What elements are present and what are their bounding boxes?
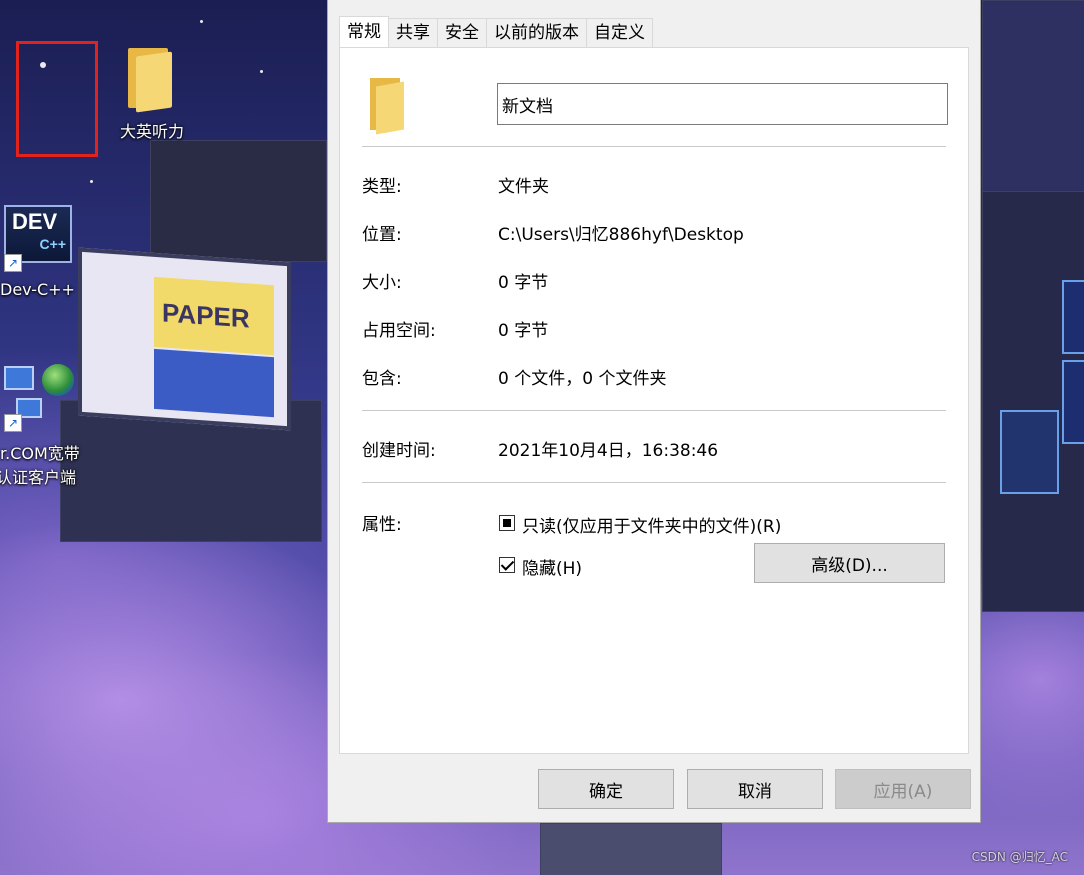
readonly-checkbox[interactable] xyxy=(499,515,515,531)
hidden-checkbox[interactable] xyxy=(499,557,515,573)
apply-button[interactable]: 应用(A) xyxy=(835,769,971,809)
divider xyxy=(362,410,946,411)
folder-name-input[interactable] xyxy=(497,83,948,125)
folder-icon[interactable] xyxy=(128,48,174,113)
shop-sign xyxy=(1000,410,1059,494)
tab-previous-versions[interactable]: 以前的版本 xyxy=(486,18,587,47)
advanced-button[interactable]: 高级(D)... xyxy=(754,543,945,583)
readonly-label[interactable]: 只读(仅应用于文件夹中的文件)(R) xyxy=(522,512,781,537)
location-value: C:\Users\归忆886hyf\Desktop xyxy=(498,225,744,245)
size-on-disk-label: 占用空间: xyxy=(362,321,436,341)
folder-icon xyxy=(370,78,406,135)
tab-general[interactable]: 常规 xyxy=(339,16,389,47)
star xyxy=(200,20,203,23)
tab-sharing[interactable]: 共享 xyxy=(388,18,438,47)
tab-customize[interactable]: 自定义 xyxy=(586,18,653,47)
building xyxy=(982,0,1084,192)
billboard-text: PAPER xyxy=(162,297,250,334)
star xyxy=(90,180,93,183)
building xyxy=(150,140,327,262)
desktop-icon-label[interactable]: r.COM宽带 xyxy=(0,440,100,464)
billboard: PAPER xyxy=(78,247,291,431)
star xyxy=(260,70,263,73)
location-label: 位置: xyxy=(362,225,402,245)
divider xyxy=(362,146,946,147)
desktop-selection-box xyxy=(16,41,98,157)
size-on-disk-value: 0 字节 xyxy=(498,321,549,341)
desktop-icon-label[interactable]: Dev-C++ xyxy=(0,280,84,299)
type-label: 类型: xyxy=(362,177,402,197)
contains-value: 0 个文件，0 个文件夹 xyxy=(498,369,667,389)
network-client-icon[interactable] xyxy=(4,362,74,418)
cancel-button[interactable]: 取消 xyxy=(687,769,823,809)
shop-sign xyxy=(1062,280,1084,354)
type-value: 文件夹 xyxy=(498,177,549,197)
created-value: 2021年10月4日，16:38:46 xyxy=(498,441,719,461)
tab-security[interactable]: 安全 xyxy=(437,18,487,47)
ok-button[interactable]: 确定 xyxy=(538,769,674,809)
hidden-label[interactable]: 隐藏(H) xyxy=(522,554,582,579)
desktop-icon-label[interactable]: 大英听力 xyxy=(110,118,194,142)
divider xyxy=(362,482,946,483)
shortcut-arrow-icon: ↗ xyxy=(4,254,22,272)
watermark: CSDN @归忆_AC xyxy=(971,850,1068,864)
contains-label: 包含: xyxy=(362,369,402,389)
size-value: 0 字节 xyxy=(498,273,549,293)
building xyxy=(540,823,722,875)
attributes-label: 属性: xyxy=(362,515,402,535)
desktop-icon-label[interactable]: 认证客户端 xyxy=(0,464,96,488)
created-label: 创建时间: xyxy=(362,441,436,461)
billboard-blue-panel xyxy=(154,348,274,418)
size-label: 大小: xyxy=(362,273,402,293)
dev-cpp-badge-sub: C++ xyxy=(39,236,66,252)
properties-dialog: 常规 共享 安全 以前的版本 自定义 类型: 文件夹 位置: C:\Users\… xyxy=(327,0,981,823)
tab-strip: 常规 共享 安全 以前的版本 自定义 xyxy=(339,16,653,47)
shop-sign xyxy=(1062,360,1084,444)
general-panel: 类型: 文件夹 位置: C:\Users\归忆886hyf\Desktop 大小… xyxy=(339,47,969,754)
shortcut-arrow-icon: ↗ xyxy=(4,414,22,432)
